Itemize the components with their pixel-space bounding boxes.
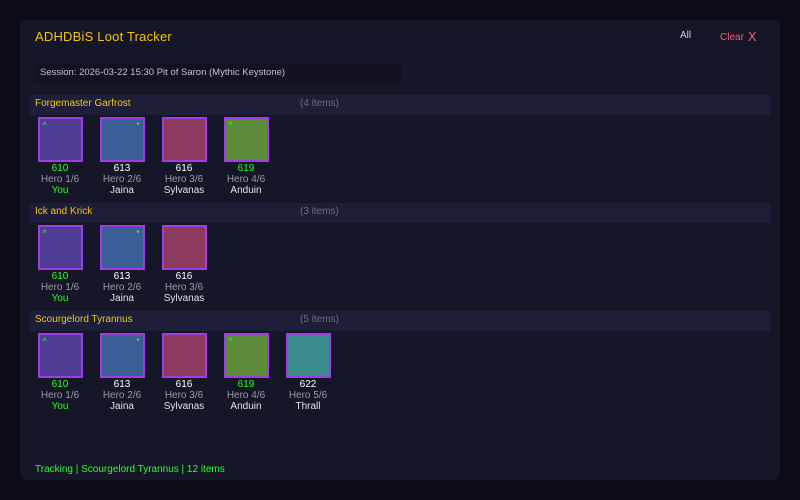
item-difficulty: Hero 2/6 — [102, 282, 142, 293]
item-icon[interactable]: ^ — [37, 117, 83, 162]
item-level: 619 — [237, 163, 255, 174]
loot-item[interactable]: 616 Hero 3/6 Sylvanas — [157, 117, 211, 196]
star-icon: * — [136, 337, 140, 346]
item-difficulty: Hero 3/6 — [164, 282, 204, 293]
loot-tracker-window: ADHDBiS Loot Tracker All Clear X Session:… — [20, 20, 780, 480]
loot-item[interactable]: * 613 Hero 2/6 Jaina — [95, 333, 149, 412]
item-difficulty: Hero 5/6 — [288, 390, 328, 401]
item-level: 616 — [175, 379, 193, 390]
item-level: 610 — [51, 379, 69, 390]
item-difficulty: Hero 3/6 — [164, 174, 204, 185]
item-level: 619 — [237, 379, 255, 390]
all-button[interactable]: All — [680, 30, 691, 41]
item-icon[interactable] — [161, 117, 207, 162]
item-icon[interactable] — [285, 333, 331, 378]
upgrade-arrow-icon: ^ — [228, 120, 233, 130]
upgrade-arrow-icon: ^ — [228, 336, 233, 346]
item-level: 613 — [113, 271, 131, 282]
item-looter: You — [51, 185, 69, 196]
item-looter: You — [51, 401, 69, 412]
item-looter: Anduin — [230, 401, 262, 412]
boss-item-count: (3 items) — [300, 206, 339, 217]
upgrade-arrow-icon: ^ — [42, 120, 47, 130]
item-difficulty: Hero 2/6 — [102, 390, 142, 401]
item-difficulty: Hero 3/6 — [164, 390, 204, 401]
item-looter: Sylvanas — [163, 401, 205, 412]
item-looter: Jaina — [110, 293, 134, 304]
item-looter: You — [51, 293, 69, 304]
item-looter: Jaina — [110, 401, 134, 412]
loot-item[interactable]: ^ 610 Hero 1/6 You — [33, 225, 87, 304]
item-difficulty: Hero 1/6 — [40, 282, 80, 293]
loot-item[interactable]: * 613 Hero 2/6 Jaina — [95, 225, 149, 304]
item-level: 616 — [175, 271, 193, 282]
item-difficulty: Hero 4/6 — [226, 390, 266, 401]
item-icon[interactable] — [161, 225, 207, 270]
item-difficulty: Hero 1/6 — [40, 390, 80, 401]
item-icon[interactable]: * — [99, 333, 145, 378]
loot-item[interactable]: 616 Hero 3/6 Sylvanas — [157, 225, 211, 304]
upgrade-arrow-icon: ^ — [42, 228, 47, 238]
item-icon[interactable]: * — [99, 117, 145, 162]
star-icon: * — [136, 121, 140, 130]
loot-item[interactable]: ^ 619 Hero 4/6 Anduin — [219, 333, 273, 412]
item-level: 616 — [175, 163, 193, 174]
item-looter: Sylvanas — [163, 185, 205, 196]
loot-item[interactable]: 622 Hero 5/6 Thrall — [281, 333, 335, 412]
item-level: 622 — [299, 379, 317, 390]
loot-item[interactable]: ^ 619 Hero 4/6 Anduin — [219, 117, 273, 196]
window-title: ADHDBiS Loot Tracker — [35, 29, 172, 44]
boss-header[interactable]: Scourgelord Tyrannus (5 items) — [30, 311, 770, 331]
boss-item-count: (4 items) — [300, 98, 339, 109]
item-icon[interactable] — [161, 333, 207, 378]
star-icon: * — [136, 229, 140, 238]
boss-item-count: (5 items) — [300, 314, 339, 325]
session-info: Session: 2026-03-22 15:30 Pit of Saron (… — [35, 63, 402, 83]
clear-label: Clear — [720, 32, 744, 43]
item-icon[interactable]: ^ — [223, 117, 269, 162]
boss-name: Forgemaster Garfrost — [35, 98, 131, 109]
item-level: 613 — [113, 379, 131, 390]
status-bar: Tracking | Scourgelord Tyrannus | 12 ite… — [35, 464, 225, 475]
upgrade-arrow-icon: ^ — [42, 336, 47, 346]
boss-header[interactable]: Forgemaster Garfrost (4 items) — [30, 95, 770, 115]
item-icon[interactable]: ^ — [223, 333, 269, 378]
item-looter: Anduin — [230, 185, 262, 196]
item-looter: Sylvanas — [163, 293, 205, 304]
item-level: 610 — [51, 163, 69, 174]
item-difficulty: Hero 1/6 — [40, 174, 80, 185]
item-difficulty: Hero 4/6 — [226, 174, 266, 185]
item-icon[interactable]: ^ — [37, 225, 83, 270]
item-looter: Jaina — [110, 185, 134, 196]
loot-item[interactable]: ^ 610 Hero 1/6 You — [33, 333, 87, 412]
loot-item[interactable]: ^ 610 Hero 1/6 You — [33, 117, 87, 196]
close-x-icon: X — [747, 29, 757, 44]
loot-item[interactable]: 616 Hero 3/6 Sylvanas — [157, 333, 211, 412]
item-icon[interactable]: * — [99, 225, 145, 270]
clear-button[interactable]: Clear X — [720, 29, 757, 44]
boss-name: Scourgelord Tyrannus — [35, 314, 133, 325]
boss-name: Ick and Krick — [35, 206, 93, 217]
item-icon[interactable]: ^ — [37, 333, 83, 378]
item-level: 613 — [113, 163, 131, 174]
boss-header[interactable]: Ick and Krick (3 items) — [30, 203, 770, 223]
loot-item[interactable]: * 613 Hero 2/6 Jaina — [95, 117, 149, 196]
item-level: 610 — [51, 271, 69, 282]
item-looter: Thrall — [295, 401, 321, 412]
item-difficulty: Hero 2/6 — [102, 174, 142, 185]
